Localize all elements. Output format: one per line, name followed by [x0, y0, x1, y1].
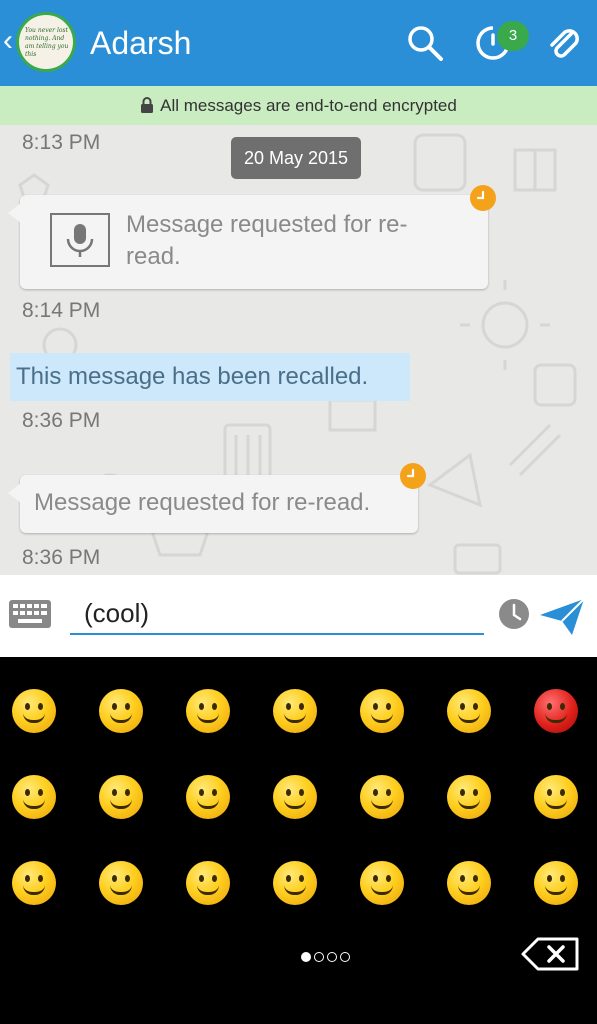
encryption-banner: All messages are end-to-end encrypted [0, 86, 597, 125]
emoji-nerd-glasses-icon[interactable] [186, 861, 230, 905]
emoji-grin-icon[interactable] [99, 689, 143, 733]
emoji-tongue-icon[interactable] [447, 689, 491, 733]
emoji-worried-icon[interactable] [360, 861, 404, 905]
microphone-icon [66, 224, 94, 257]
emoji-yawn-icon[interactable] [12, 861, 56, 905]
message-text: Message requested for re-read. [126, 211, 408, 270]
voice-note-thumbnail [50, 213, 110, 267]
search-icon[interactable] [406, 24, 444, 62]
emoji-clap-icon[interactable] [273, 775, 317, 819]
encryption-text: All messages are end-to-end encrypted [160, 96, 457, 115]
clock-icon [400, 463, 426, 489]
emoji-devil-icon[interactable] [534, 689, 578, 733]
page-dot[interactable] [340, 952, 350, 962]
message-timestamp: 8:13 PM [22, 131, 101, 154]
emoji-goofy-icon[interactable] [360, 689, 404, 733]
emoji-wink-icon[interactable] [273, 689, 317, 733]
emoji-wave-icon[interactable] [99, 775, 143, 819]
emoji-cry-icon[interactable] [447, 861, 491, 905]
clock-icon[interactable] [498, 598, 530, 630]
date-chip: 20 May 2015 [231, 137, 361, 179]
page-indicator [301, 949, 353, 967]
contact-name[interactable]: Adarsh [90, 23, 191, 63]
message-text: Message requested for re-read. [34, 489, 371, 516]
emoji-angel-icon[interactable] [360, 775, 404, 819]
lock-icon [141, 97, 154, 113]
composer [0, 575, 597, 657]
page-dot[interactable] [327, 952, 337, 962]
emoji-gritted-teeth-icon[interactable] [273, 861, 317, 905]
backspace-icon[interactable] [520, 937, 580, 971]
message-timestamp: 8:36 PM [22, 409, 101, 432]
avatar-image: You never lost nothing. And am telling y… [19, 15, 73, 69]
emoji-heart-eyes-icon[interactable] [186, 775, 230, 819]
clock-icon [470, 185, 496, 211]
emoji-neutral-icon[interactable] [534, 775, 578, 819]
emoji-sob-icon[interactable] [534, 861, 578, 905]
unread-badge: 3 [497, 21, 529, 51]
chat-header: ‹ You never lost nothing. And am telling… [0, 0, 597, 86]
recalled-message[interactable]: This message has been recalled. [10, 353, 410, 401]
emoji-keyboard [0, 657, 597, 1024]
emoji-cool-sunglasses-icon[interactable] [447, 775, 491, 819]
emoji-laugh-icon[interactable] [186, 689, 230, 733]
page-dot[interactable] [314, 952, 324, 962]
chat-thread[interactable]: 8:13 PM 20 May 2015 Message requested fo… [0, 125, 597, 575]
send-icon[interactable] [538, 597, 586, 637]
emoji-thumbs-up-icon[interactable] [12, 775, 56, 819]
emoji-sleepy-icon[interactable] [99, 861, 143, 905]
message-bubble[interactable]: Message requested for re-read. [8, 475, 418, 533]
message-timestamp: 8:14 PM [22, 299, 101, 322]
back-button[interactable]: ‹ [3, 26, 13, 56]
message-bubble[interactable]: Message requested for re-read. [8, 195, 488, 289]
keyboard-icon[interactable] [8, 599, 52, 629]
avatar-caption: You never lost nothing. And am telling y… [25, 27, 69, 58]
paperclip-icon[interactable] [545, 24, 583, 62]
emoji-smile-icon[interactable] [12, 689, 56, 733]
page-dot[interactable] [301, 952, 311, 962]
message-input[interactable] [70, 593, 484, 635]
message-timestamp: 8:36 PM [22, 546, 101, 569]
contact-avatar[interactable]: You never lost nothing. And am telling y… [16, 12, 76, 72]
